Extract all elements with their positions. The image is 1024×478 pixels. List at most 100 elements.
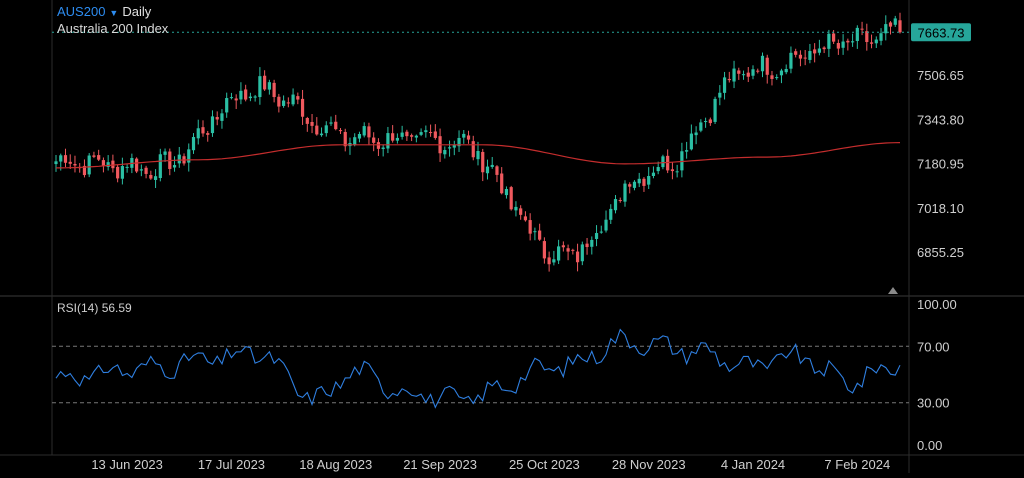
candle-body: [234, 98, 238, 101]
time-tick-label: 21 Sep 2023: [403, 457, 477, 472]
candle-body: [343, 131, 347, 147]
candle-body: [367, 126, 371, 138]
candle-body: [357, 134, 362, 139]
candle-body: [201, 127, 205, 134]
candle-body: [372, 137, 376, 143]
candle-body: [888, 22, 893, 27]
candle-body: [101, 160, 106, 166]
candle-body: [120, 166, 124, 179]
candle-body: [827, 33, 831, 49]
candle-body: [884, 24, 888, 34]
price-tick-label: 7343.80: [917, 112, 964, 127]
candle-body: [675, 171, 679, 173]
candle-body: [253, 96, 257, 98]
candle-body: [300, 98, 305, 117]
rsi-line: [55, 328, 901, 409]
candle-body: [898, 20, 902, 33]
candle-body: [476, 150, 480, 160]
candle-body: [604, 219, 608, 231]
candle-body: [770, 75, 774, 79]
candle-body: [410, 135, 414, 137]
candle-body: [149, 174, 153, 179]
symbol-dropdown-icon[interactable]: ▼: [109, 8, 118, 18]
candle-body: [585, 243, 589, 248]
candle-body: [798, 54, 803, 59]
candle-body: [495, 166, 499, 175]
candle-body: [106, 162, 110, 167]
candle-body: [879, 33, 883, 41]
timeframe-label[interactable]: Daily: [122, 4, 151, 19]
rsi-tick-label: 70.00: [917, 339, 950, 354]
candle-body: [860, 28, 864, 30]
candle-body: [68, 161, 72, 164]
candle-body: [779, 70, 784, 76]
candle-body: [220, 113, 224, 121]
candle-body: [651, 172, 656, 177]
candle-body: [865, 31, 869, 43]
candle-body: [708, 119, 712, 124]
candle-body: [229, 97, 234, 99]
candle-body: [196, 128, 200, 139]
candle-body: [841, 41, 845, 48]
candle-body: [191, 137, 196, 151]
candle-body: [803, 57, 807, 59]
candle-body: [760, 55, 765, 72]
candle-body: [315, 125, 319, 135]
candle-body: [642, 178, 646, 186]
candle-body: [87, 155, 91, 175]
time-tick-label: 4 Jan 2024: [721, 457, 785, 472]
candle-body: [850, 41, 855, 43]
candle-body: [73, 164, 77, 166]
candle-body: [92, 155, 96, 157]
candle-body: [281, 100, 286, 106]
candle-body: [54, 161, 58, 165]
candle-body: [353, 137, 357, 145]
candle-body: [699, 122, 703, 131]
candle-body: [329, 122, 333, 124]
candle-body: [447, 147, 452, 149]
candle-body: [443, 150, 447, 155]
rsi-tick-label: 100.00: [917, 297, 957, 312]
candle-body: [808, 51, 812, 60]
candle-body: [689, 133, 693, 150]
candle-body: [481, 151, 485, 173]
scroll-marker-icon: [888, 287, 898, 294]
candle-body: [874, 39, 878, 44]
candle-body: [775, 77, 779, 79]
candle-body: [433, 131, 437, 138]
candle-body: [628, 184, 632, 187]
candle-body: [514, 206, 518, 211]
candle-body: [296, 96, 300, 100]
candle-body: [523, 216, 528, 221]
candle-body: [836, 43, 840, 49]
candle-body: [538, 230, 542, 240]
candle-body: [310, 121, 314, 126]
chart-area[interactable]: 7663.73 7506.65 7343.80 7180.95 7018.10 6855.…: [0, 0, 1024, 473]
candle-body: [661, 156, 665, 168]
candle-body: [111, 160, 115, 169]
candle-body: [324, 125, 328, 134]
candle-body: [63, 155, 68, 163]
candle-body: [571, 249, 575, 251]
symbol-name[interactable]: AUS200: [57, 4, 105, 19]
rsi-legend-label: RSI(14): [57, 301, 99, 315]
candle-body: [632, 181, 637, 188]
candle-body: [239, 90, 243, 100]
candle-body: [172, 165, 177, 168]
candle-body: [599, 231, 603, 233]
candle-body: [509, 187, 513, 210]
candle-body: [381, 147, 385, 149]
candle-body: [135, 158, 139, 172]
time-tick-label: 28 Nov 2023: [612, 457, 686, 472]
candle-body: [500, 173, 504, 194]
candle-body: [376, 142, 381, 149]
candle-body: [637, 178, 641, 184]
time-tick-label: 18 Aug 2023: [299, 457, 372, 472]
candle-body: [485, 166, 490, 174]
candle-body: [832, 33, 836, 42]
chart-svg[interactable]: 7663.73 7506.65 7343.80 7180.95 7018.10 6855.…: [0, 0, 1024, 473]
candle-body: [528, 220, 532, 234]
time-tick-label: 25 Oct 2023: [509, 457, 580, 472]
candle-body: [116, 166, 120, 179]
candle-body: [462, 133, 466, 138]
